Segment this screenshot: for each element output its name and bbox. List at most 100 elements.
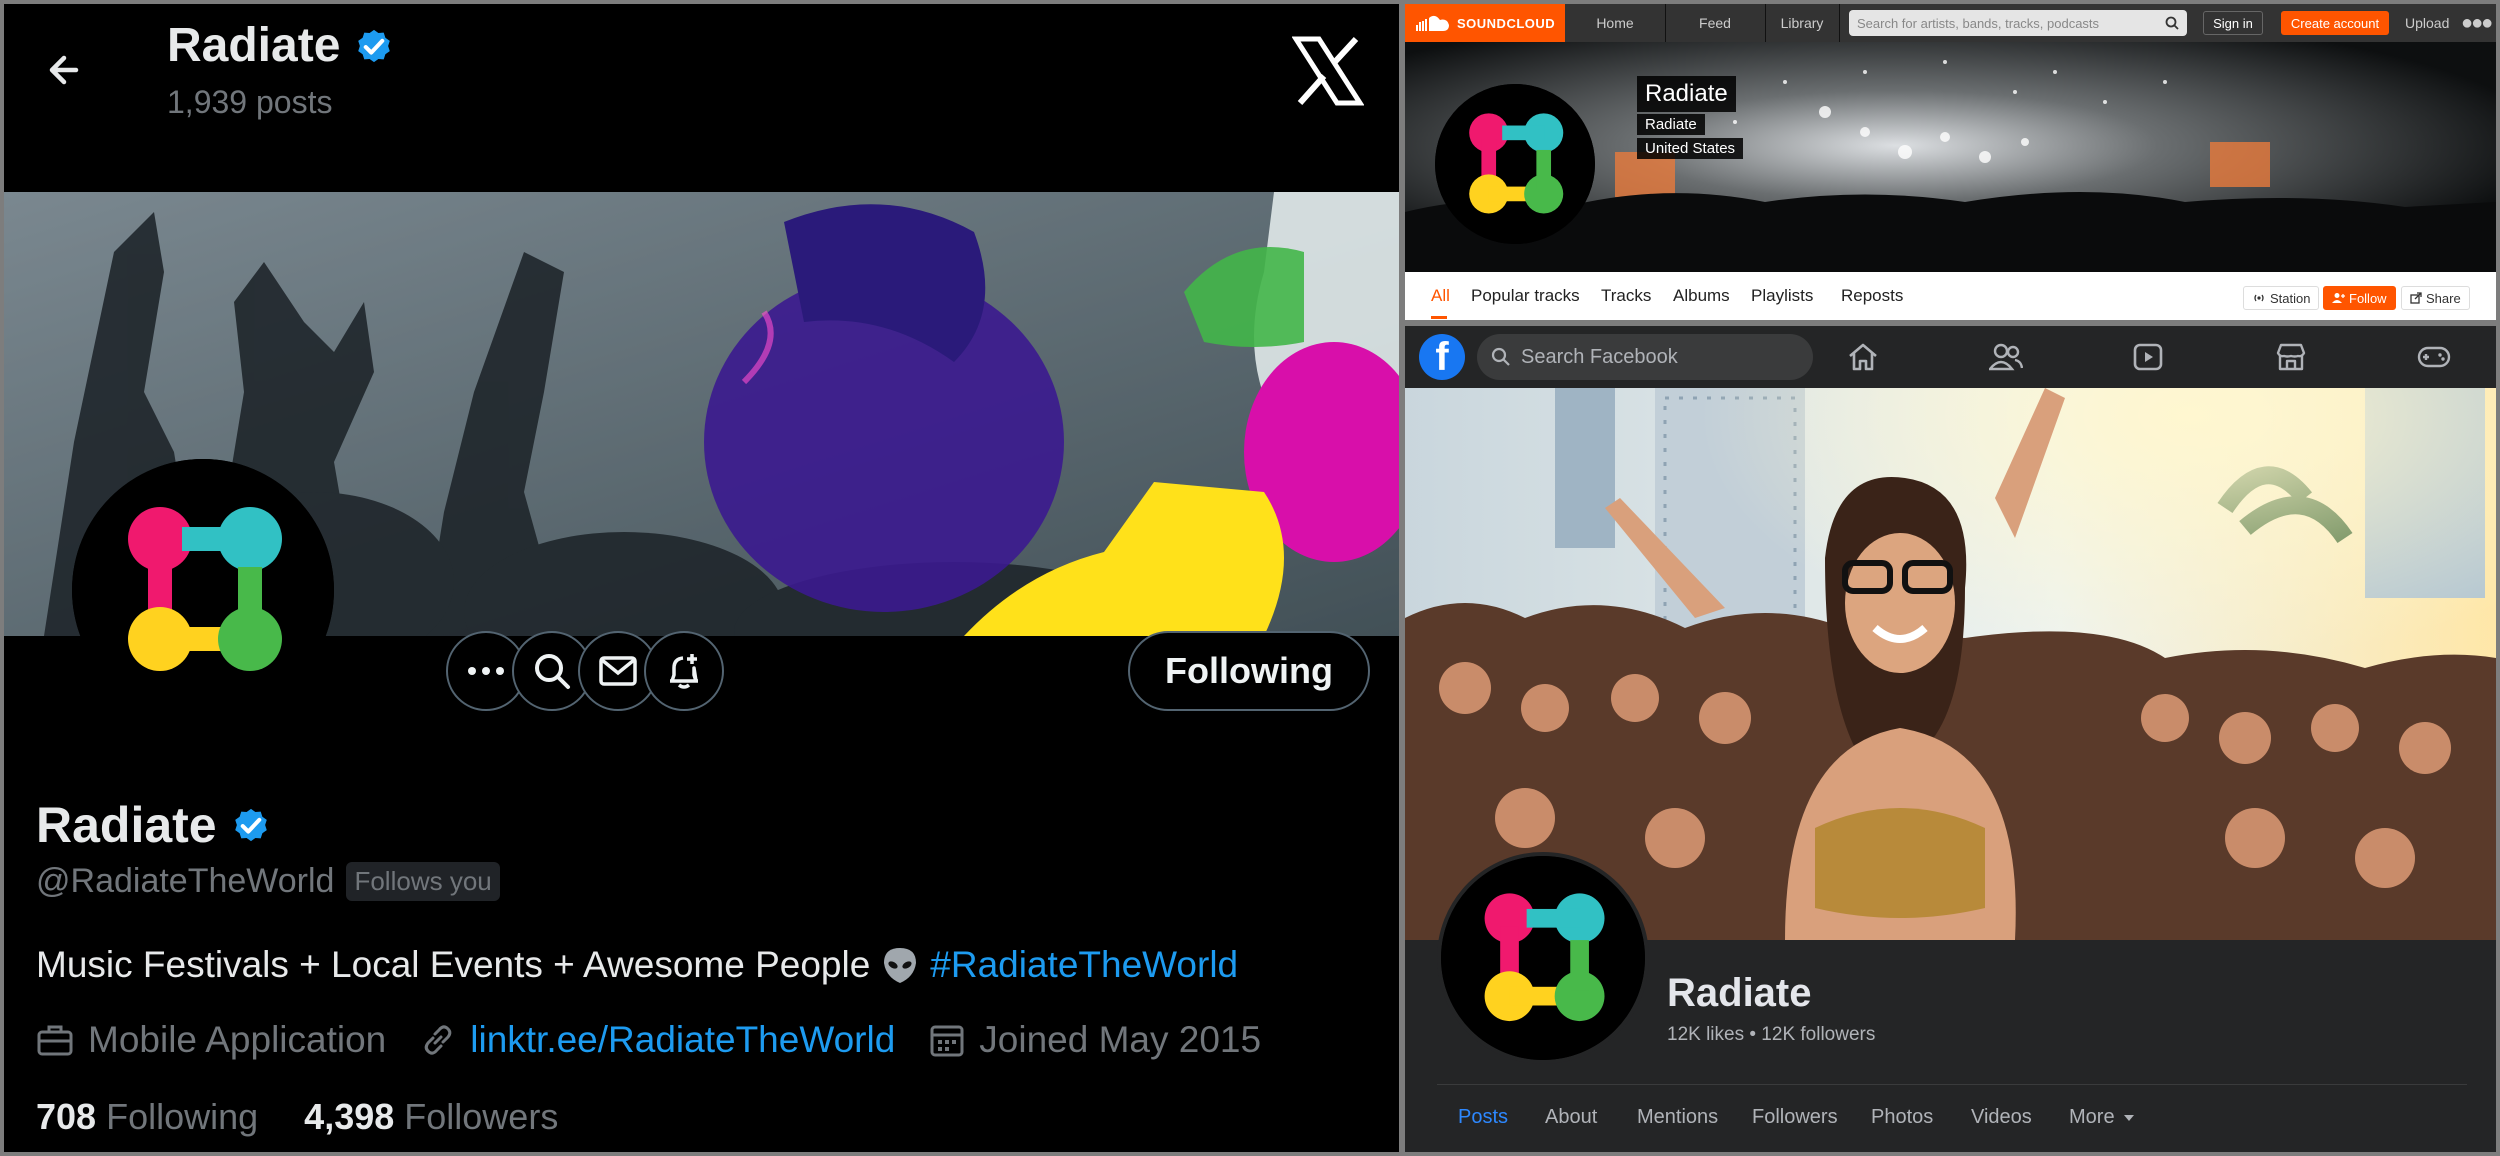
soundcloud-avatar[interactable] [1435,84,1595,244]
follow-button[interactable]: Follow [2323,286,2396,310]
follow-counts: 708 Following 4,398 Followers [36,1096,558,1138]
gaming-icon[interactable] [2413,336,2455,378]
alien-emoji-icon [884,948,917,983]
friends-icon[interactable] [1985,336,2027,378]
profile-name: Radiate [36,796,273,854]
profile-bio: Music Festivals + Local Events + Awesome… [36,944,1238,986]
following-count-link[interactable]: 708 Following [36,1096,258,1138]
follow-label: Follow [2349,290,2387,306]
tab-all[interactable]: All [1431,272,1450,320]
station-icon [2254,294,2264,302]
mail-icon [599,656,637,686]
create-account-button[interactable]: Create account [2281,11,2389,35]
bio-text: Music Festivals + Local Events + Awesome… [36,944,871,985]
tab-posts[interactable]: Posts [1458,1106,1508,1129]
home-icon[interactable] [1842,336,1884,378]
website-item: linktr.ee/RadiateTheWorld [420,1019,895,1061]
x-top-bar: Radiate 1,939 posts [4,4,1399,192]
share-label: Share [2426,290,2461,306]
category-text: Mobile Application [88,1019,387,1060]
marketplace-icon[interactable] [2270,336,2312,378]
bio-hashtag-link[interactable]: #RadiateTheWorld [930,944,1238,986]
share-button[interactable]: Share [2401,286,2470,310]
tab-albums[interactable]: Albums [1673,272,1730,320]
tab-followers[interactable]: Followers [1752,1106,1838,1129]
following-count-label: Following [106,1096,259,1137]
verified-badge-icon [358,29,391,62]
watch-icon[interactable] [2127,336,2169,378]
tab-videos[interactable]: Videos [1971,1106,2032,1129]
soundcloud-nav-bar: SOUNDCLOUD Home Feed Library Search for … [1405,4,2496,42]
soundcloud-tabs: All Popular tracks Tracks Albums Playlis… [1405,272,2496,320]
briefcase-icon [37,1025,73,1056]
following-button[interactable]: Following [1128,631,1370,711]
radiate-logo-icon [1441,856,1645,1060]
facebook-logo-icon[interactable]: f [1419,334,1465,380]
tab-about[interactable]: About [1545,1106,1597,1129]
facebook-search-placeholder: Search Facebook [1521,345,1678,368]
active-tab-indicator [1431,316,1447,319]
bell-plus-icon [670,654,698,689]
tab-more-label: More [2069,1106,2115,1128]
facebook-profile-avatar[interactable] [1437,852,1649,1064]
followers-count-label: Followers [404,1096,559,1137]
facebook-panel: f Search Facebook Radiate 12K likes • 12… [1405,326,2496,1152]
profile-handle: @RadiateTheWorld [36,862,335,900]
facebook-page-name: Radiate [1667,971,1812,1015]
profile-handle-row: @RadiateTheWorld Follows you [36,862,500,901]
soundcloud-logo[interactable]: SOUNDCLOUD [1405,4,1565,42]
soundcloud-cloud-icon [1416,15,1449,31]
followers-count-link[interactable]: 4,398 Followers [304,1096,558,1138]
following-count: 708 [36,1096,97,1137]
nav-home[interactable]: Home [1565,4,1666,42]
tab-popular-tracks[interactable]: Popular tracks [1471,272,1580,320]
tab-playlists[interactable]: Playlists [1751,272,1813,320]
caret-down-icon [2123,1114,2134,1121]
radiate-logo-icon [72,459,334,721]
category-item: Mobile Application [36,1019,386,1061]
tab-reposts[interactable]: Reposts [1841,272,1903,320]
link-icon [425,1025,452,1055]
share-icon [2410,292,2422,304]
search-icon [1491,347,1510,366]
station-label: Station [2270,290,2311,306]
x-profile-panel: Radiate 1,939 posts Following Radiate @R… [4,4,1399,1152]
tabs-divider [1437,1084,2467,1085]
facebook-search-input[interactable]: Search Facebook [1477,334,1813,380]
profile-meta: Mobile Application linktr.ee/RadiateTheW… [36,1019,1295,1061]
more-dots-icon [468,667,504,675]
notifications-button[interactable] [644,631,724,711]
tab-more[interactable]: More [2069,1106,2135,1129]
facebook-page-stats[interactable]: 12K likes • 12K followers [1667,1024,1875,1046]
back-arrow-icon[interactable] [36,42,92,98]
tab-mentions[interactable]: Mentions [1637,1106,1718,1129]
nav-library[interactable]: Library [1765,4,1840,42]
soundcloud-search-input[interactable]: Search for artists, bands, tracks, podca… [1849,10,2187,36]
nav-feed[interactable]: Feed [1665,4,1766,42]
follow-user-icon [2332,293,2345,303]
tab-tracks[interactable]: Tracks [1601,272,1651,320]
x-logo-icon[interactable] [1292,36,1364,106]
search-icon [535,654,570,689]
tab-photos[interactable]: Photos [1871,1106,1933,1129]
joined-item: Joined May 2015 [929,1019,1261,1061]
radiate-logo-icon [1435,84,1595,244]
verified-badge-icon [234,808,267,842]
search-icon [2165,16,2179,30]
website-link[interactable]: linktr.ee/RadiateTheWorld [470,1019,895,1061]
followers-count: 4,398 [304,1096,395,1137]
post-count: 1,939 posts [167,84,333,120]
soundcloud-brand-text: SOUNDCLOUD [1457,15,1556,31]
profile-name-text: Radiate [36,797,217,853]
profile-avatar[interactable] [72,459,334,721]
search-placeholder: Search for artists, bands, tracks, podca… [1857,15,2100,31]
more-menu-icon[interactable]: ●●● [2461,4,2493,42]
sign-in-button[interactable]: Sign in [2203,11,2263,35]
upload-link[interactable]: Upload [2405,4,2449,42]
soundcloud-profile-subtitle: Radiate [1637,114,1705,135]
joined-text: Joined May 2015 [979,1019,1262,1060]
follows-you-badge: Follows you [346,862,500,901]
header-name-text: Radiate [167,19,341,72]
station-button[interactable]: Station [2243,286,2320,310]
soundcloud-panel: SOUNDCLOUD Home Feed Library Search for … [1405,4,2496,320]
